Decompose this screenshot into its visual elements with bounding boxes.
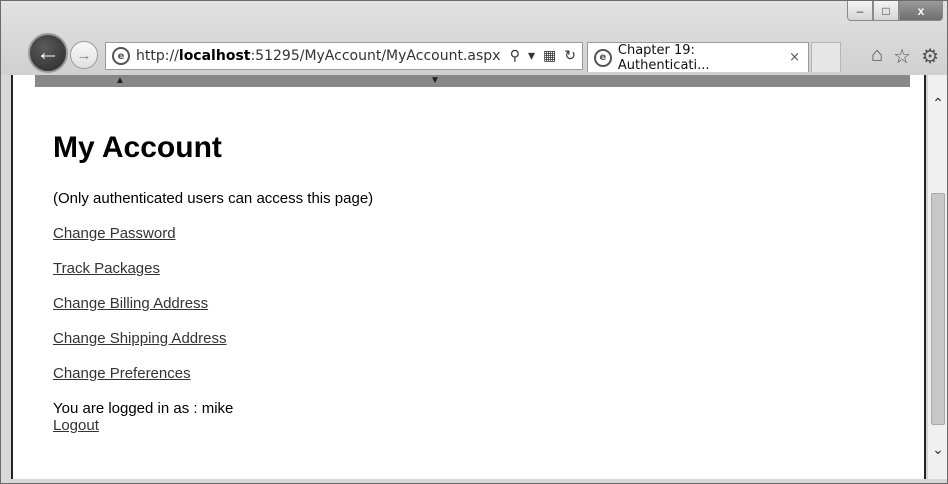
change-shipping-address-link[interactable]: Change Shipping Address	[53, 330, 373, 347]
change-password-link[interactable]: Change Password	[53, 225, 373, 242]
url-path: :51295/MyAccount/MyAccount.aspx	[250, 48, 501, 64]
refresh-icon[interactable]: ↻	[564, 48, 576, 64]
compatibility-view-icon[interactable]: ▦	[543, 48, 556, 64]
forward-button[interactable]: →	[70, 41, 98, 69]
forward-arrow-icon: →	[76, 46, 92, 64]
home-icon[interactable]: ⌂	[871, 44, 883, 69]
settings-gear-icon[interactable]: ⚙	[921, 44, 939, 69]
tab-close-icon[interactable]: ×	[789, 50, 800, 65]
page-title: My Account	[53, 131, 222, 164]
access-note: (Only authenticated users can access thi…	[53, 190, 374, 207]
tab-ie-icon: e	[594, 48, 612, 67]
search-icon[interactable]: ⚲	[510, 48, 520, 64]
toolbar-icons: ⌂ ☆ ⚙	[871, 44, 939, 69]
tab-title: Chapter 19: Authenticati...	[617, 42, 710, 73]
address-tools: ⚲ ▾ ▦ ↻	[510, 48, 582, 64]
new-tab-button[interactable]	[811, 42, 841, 72]
back-button[interactable]: ←	[28, 33, 68, 73]
close-button[interactable]: x	[899, 1, 943, 21]
ie-page-icon: e	[112, 47, 130, 65]
change-billing-address-link[interactable]: Change Billing Address	[53, 295, 373, 312]
main-content: My Account (Only authenticated users can…	[53, 131, 373, 434]
browser-chrome: – □ x ← → e http:// localhost :51295/MyA…	[1, 1, 947, 75]
dropdown-arrow-icon[interactable]: ▾	[528, 48, 535, 64]
tab-active[interactable]: e Chapter 19: Authenticati... ×	[587, 42, 809, 73]
scrollbar-thumb[interactable]	[931, 193, 945, 425]
logged-in-status: You are logged in as : mike	[53, 400, 234, 417]
banner-art-center: ▼	[430, 75, 440, 86]
vertical-scrollbar[interactable]: ⌃ ⌄	[927, 75, 947, 479]
window-controls: – □ x	[847, 1, 943, 23]
back-arrow-icon: ←	[36, 39, 60, 66]
address-bar[interactable]: e http:// localhost :51295/MyAccount/MyA…	[105, 42, 583, 70]
url-prefix: http://	[136, 48, 179, 64]
banner-art-left: ▲	[115, 75, 125, 86]
site-banner: ▲ ▼	[35, 75, 910, 87]
logout-link[interactable]: Logout	[53, 417, 373, 434]
browser-window: – □ x ← → e http:// localhost :51295/MyA…	[0, 0, 948, 484]
track-packages-link[interactable]: Track Packages	[53, 260, 373, 277]
url-host: localhost	[178, 48, 251, 64]
minimize-button[interactable]: –	[847, 1, 873, 21]
scroll-up-icon[interactable]: ⌃	[928, 93, 948, 113]
scroll-down-icon[interactable]: ⌄	[928, 439, 948, 459]
maximize-button[interactable]: □	[873, 1, 899, 21]
change-preferences-link[interactable]: Change Preferences	[53, 365, 373, 382]
favorites-star-icon[interactable]: ☆	[893, 44, 911, 69]
page-viewport: ▲ ▼ My Account (Only authenticated users…	[11, 75, 926, 479]
